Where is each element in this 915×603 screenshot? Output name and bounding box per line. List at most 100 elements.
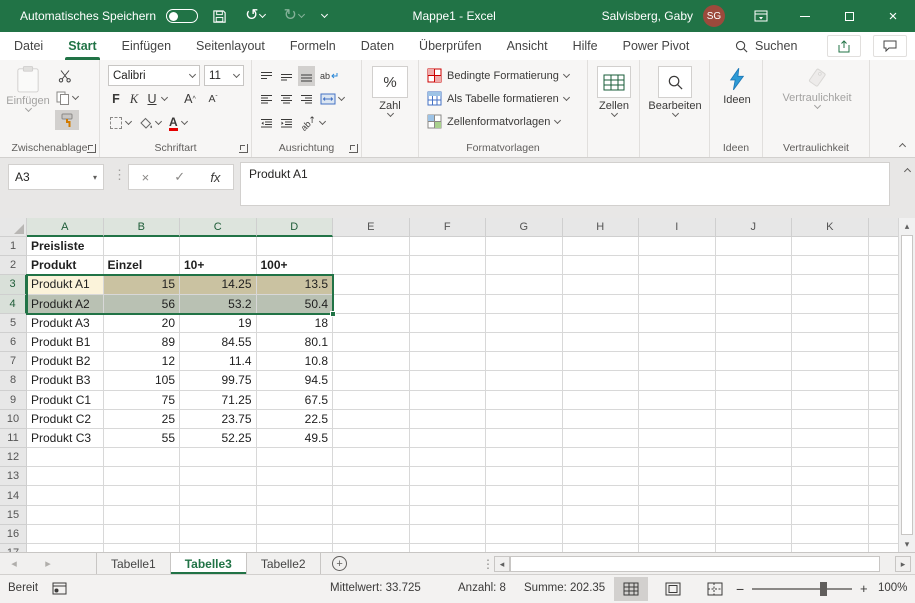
cell-E7[interactable]: [333, 352, 410, 371]
column-header-C[interactable]: C: [180, 218, 257, 237]
zoom-slider-handle[interactable]: [820, 582, 827, 596]
row-header-12[interactable]: 12: [0, 448, 27, 467]
cell-H9[interactable]: [563, 391, 640, 410]
row-header-9[interactable]: 9: [0, 391, 27, 410]
cell-F4[interactable]: [410, 295, 487, 314]
cell-E10[interactable]: [333, 410, 410, 429]
zoom-level[interactable]: 100%: [878, 582, 907, 594]
decrease-font-size-button[interactable]: Aˇ: [203, 89, 223, 109]
cell-I7[interactable]: [639, 352, 716, 371]
save-button[interactable]: [208, 4, 231, 28]
cell-B7[interactable]: 12: [104, 352, 181, 371]
cell-J11[interactable]: [716, 429, 793, 448]
cell-G15[interactable]: [486, 506, 563, 525]
cell-H5[interactable]: [563, 314, 640, 333]
row-header-10[interactable]: 10: [0, 410, 27, 429]
cell-C1[interactable]: [180, 237, 257, 256]
autosave-toggle[interactable]: [166, 9, 198, 23]
row-header-11[interactable]: 11: [0, 429, 27, 448]
cell-I9[interactable]: [639, 391, 716, 410]
cell-F1[interactable]: [410, 237, 487, 256]
cell-J2[interactable]: [716, 256, 793, 275]
tab-power-pivot[interactable]: Power Pivot: [612, 32, 701, 60]
column-header-A[interactable]: A: [27, 218, 104, 237]
cell-G12[interactable]: [486, 448, 563, 467]
previous-sheet-button[interactable]: ◂: [0, 553, 28, 574]
row-header-16[interactable]: 16: [0, 525, 27, 544]
cell-G3[interactable]: [486, 275, 563, 294]
cell-G16[interactable]: [486, 525, 563, 544]
tab-seitenlayout[interactable]: Seitenlayout: [185, 32, 276, 60]
italic-button[interactable]: K: [126, 89, 142, 109]
cell-G4[interactable]: [486, 295, 563, 314]
cell-E9[interactable]: [333, 391, 410, 410]
cell-K4[interactable]: [792, 295, 869, 314]
cell-H17[interactable]: [563, 544, 640, 552]
cell-E5[interactable]: [333, 314, 410, 333]
row-header-17[interactable]: 17: [0, 544, 27, 552]
undo-button[interactable]: ↺: [241, 4, 269, 28]
cell-C15[interactable]: [180, 506, 257, 525]
collapse-ribbon-button[interactable]: [899, 143, 906, 150]
ribbon-display-options-button[interactable]: [739, 0, 783, 32]
cell-A17[interactable]: [27, 544, 104, 552]
cell-J10[interactable]: [716, 410, 793, 429]
cell-C10[interactable]: 23.75: [180, 410, 257, 429]
cell-B13[interactable]: [104, 467, 181, 486]
tab-formeln[interactable]: Formeln: [279, 32, 347, 60]
cell-H7[interactable]: [563, 352, 640, 371]
cell-H12[interactable]: [563, 448, 640, 467]
comments-button[interactable]: [873, 35, 907, 57]
cell-F17[interactable]: [410, 544, 487, 552]
cell-J1[interactable]: [716, 237, 793, 256]
orientation-button[interactable]: ab↗: [298, 113, 327, 133]
cell-K2[interactable]: [792, 256, 869, 275]
cell-I3[interactable]: [639, 275, 716, 294]
cell-B17[interactable]: [104, 544, 181, 552]
cell-H4[interactable]: [563, 295, 640, 314]
cell-B3[interactable]: 15: [104, 275, 181, 294]
cell-H14[interactable]: [563, 486, 640, 505]
cell-A12[interactable]: [27, 448, 104, 467]
cell-F12[interactable]: [410, 448, 487, 467]
alignment-dialog-launcher[interactable]: [349, 144, 358, 153]
cell-J14[interactable]: [716, 486, 793, 505]
cell-E2[interactable]: [333, 256, 410, 275]
cell-H13[interactable]: [563, 467, 640, 486]
user-name[interactable]: Salvisberg, Gaby: [602, 9, 693, 23]
align-top-button[interactable]: [258, 66, 275, 86]
cell-F2[interactable]: [410, 256, 487, 275]
cell-G5[interactable]: [486, 314, 563, 333]
cell-K8[interactable]: [792, 371, 869, 390]
font-name-select[interactable]: Calibri: [108, 65, 200, 86]
cell-F13[interactable]: [410, 467, 487, 486]
cell-B16[interactable]: [104, 525, 181, 544]
cell-H11[interactable]: [563, 429, 640, 448]
paste-button[interactable]: Einfügen: [6, 65, 50, 111]
cell-F6[interactable]: [410, 333, 487, 352]
clipboard-dialog-launcher[interactable]: [87, 144, 96, 153]
align-middle-button[interactable]: [278, 66, 295, 86]
cell-K1[interactable]: [792, 237, 869, 256]
cell-F9[interactable]: [410, 391, 487, 410]
cell-D8[interactable]: 94.5: [257, 371, 334, 390]
cell-C6[interactable]: 84.55: [180, 333, 257, 352]
cell-E11[interactable]: [333, 429, 410, 448]
cell-B9[interactable]: 75: [104, 391, 181, 410]
cell-D2[interactable]: 100+: [257, 256, 334, 275]
column-header-H[interactable]: H: [563, 218, 640, 237]
cell-D3[interactable]: 13.5: [257, 275, 334, 294]
scroll-left-arrow[interactable]: ◂: [494, 556, 510, 572]
fill-color-button[interactable]: [137, 113, 163, 133]
cell-J8[interactable]: [716, 371, 793, 390]
cell-J12[interactable]: [716, 448, 793, 467]
cell-A10[interactable]: Produkt C2: [27, 410, 104, 429]
cell-K9[interactable]: [792, 391, 869, 410]
cell-F10[interactable]: [410, 410, 487, 429]
align-left-button[interactable]: [258, 89, 275, 109]
page-layout-view-button[interactable]: [656, 577, 690, 601]
sheet-tab-tabelle2[interactable]: Tabelle2: [247, 553, 321, 574]
cell-H10[interactable]: [563, 410, 640, 429]
cell-E4[interactable]: [333, 295, 410, 314]
cell-D6[interactable]: 80.1: [257, 333, 334, 352]
